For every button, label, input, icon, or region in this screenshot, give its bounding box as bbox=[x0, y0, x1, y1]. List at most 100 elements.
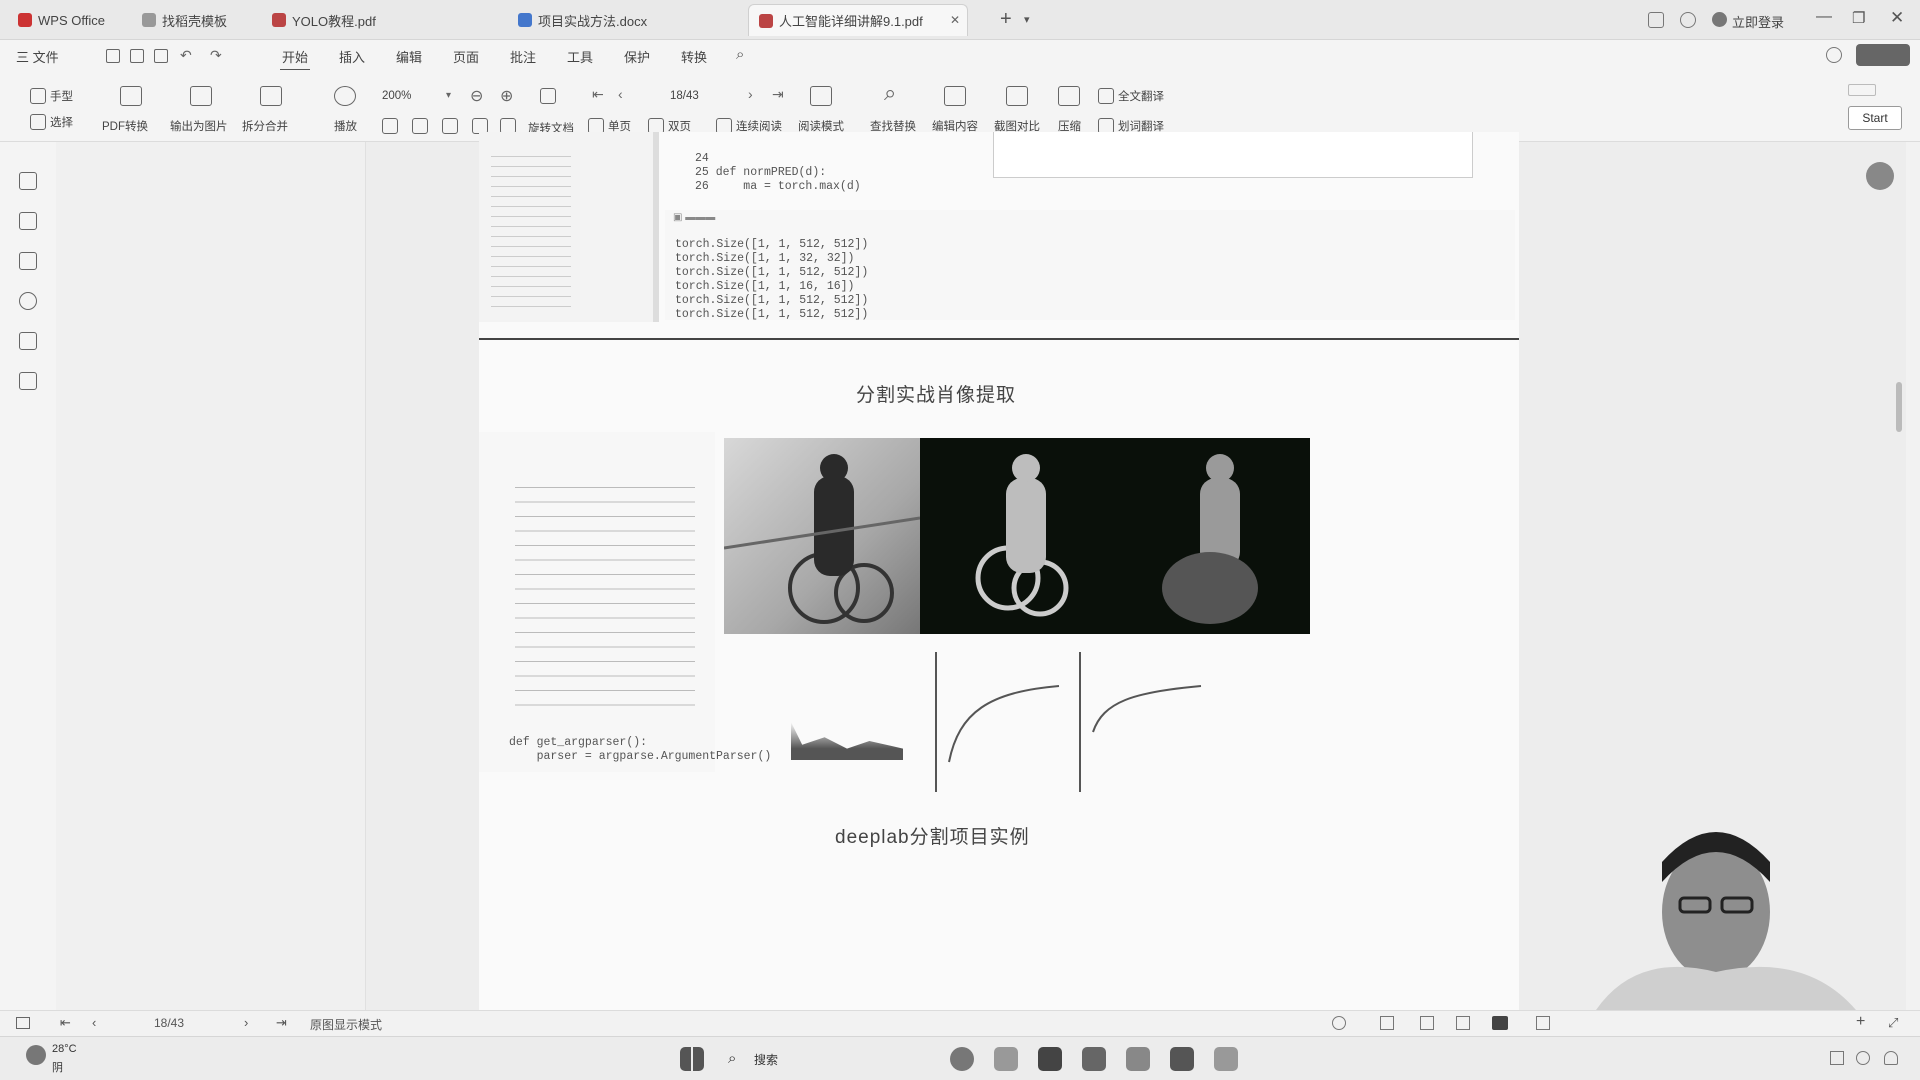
zoom-in-icon[interactable]: ⊕ bbox=[500, 86, 513, 106]
fit-page-icon[interactable] bbox=[540, 88, 556, 104]
find-icon[interactable]: ⌕ bbox=[884, 80, 896, 106]
split-merge-button[interactable]: 拆分合并 bbox=[242, 118, 288, 134]
layout-icon[interactable] bbox=[1648, 12, 1664, 28]
tab-wps-office[interactable]: WPS Office bbox=[8, 4, 115, 36]
assistant-icon[interactable] bbox=[1866, 162, 1894, 190]
bookmark-icon[interactable] bbox=[19, 172, 37, 190]
menu-insert[interactable]: 插入 bbox=[339, 47, 365, 66]
compare-icon[interactable] bbox=[1006, 86, 1028, 106]
zoom-out-icon[interactable]: ⊖ bbox=[470, 86, 483, 106]
open-icon[interactable] bbox=[106, 49, 120, 63]
restore-icon[interactable]: ❐ bbox=[1852, 9, 1865, 27]
page-indicator[interactable]: 18/43 bbox=[670, 90, 699, 102]
prev-page-icon[interactable]: ‹ bbox=[92, 1015, 96, 1030]
menu-start[interactable]: 开始 bbox=[282, 47, 308, 66]
wps-taskbar-icon[interactable] bbox=[1170, 1047, 1194, 1071]
print-icon[interactable] bbox=[154, 49, 168, 63]
volume-icon[interactable] bbox=[1856, 1051, 1870, 1065]
tab-template[interactable]: 找稻壳模板 bbox=[132, 4, 237, 36]
play-button[interactable]: 播放 bbox=[334, 118, 357, 134]
tab-docx[interactable]: 项目实战方法.docx bbox=[508, 4, 657, 36]
page-number[interactable]: 18/43 bbox=[154, 1016, 184, 1030]
layers-icon[interactable] bbox=[19, 372, 37, 390]
zoom-dropdown-icon[interactable]: ▾ bbox=[446, 90, 451, 101]
sidebar-toggle-icon[interactable] bbox=[16, 1017, 30, 1029]
read-mode-icon[interactable] bbox=[810, 86, 832, 106]
play-icon[interactable] bbox=[1492, 1016, 1508, 1030]
bookmark-icon[interactable] bbox=[442, 118, 458, 134]
tab-yolo-pdf[interactable]: YOLO教程.pdf bbox=[262, 4, 386, 36]
undo-icon[interactable]: ↶ bbox=[180, 47, 192, 64]
first-page-icon[interactable]: ⇤ bbox=[592, 86, 604, 103]
weather-icon[interactable] bbox=[26, 1045, 46, 1065]
play-icon[interactable] bbox=[334, 86, 356, 106]
start-menu-icon[interactable] bbox=[680, 1047, 704, 1071]
mini-search-box[interactable] bbox=[1848, 84, 1876, 96]
edit-content-icon[interactable] bbox=[944, 86, 966, 106]
fit-icon[interactable] bbox=[1536, 1016, 1550, 1030]
zoom-in-icon[interactable]: + bbox=[1856, 1013, 1865, 1031]
thumbnail-icon[interactable] bbox=[19, 212, 37, 230]
app-icon[interactable] bbox=[1126, 1047, 1150, 1071]
hand-tool-button[interactable]: 手型 bbox=[30, 88, 73, 104]
compress-icon[interactable] bbox=[1058, 86, 1080, 106]
plot-axis bbox=[1079, 652, 1081, 792]
last-page-icon[interactable]: ⇥ bbox=[276, 1015, 287, 1031]
pdf-convert-button[interactable]: PDF转换 bbox=[102, 118, 148, 134]
menu-comment[interactable]: 批注 bbox=[510, 47, 536, 66]
taskbar-search-icon[interactable]: ⌕ bbox=[728, 1050, 736, 1067]
folder-icon[interactable] bbox=[994, 1047, 1018, 1071]
double-view-icon[interactable] bbox=[1456, 1016, 1470, 1030]
cloud-icon[interactable] bbox=[1826, 47, 1842, 63]
new-tab-icon[interactable]: + bbox=[1000, 8, 1012, 31]
save-icon[interactable] bbox=[130, 49, 144, 63]
export-image-icon[interactable] bbox=[190, 86, 212, 106]
pycharm-icon[interactable] bbox=[1038, 1047, 1062, 1071]
export-image-button[interactable]: 输出为图片 bbox=[170, 118, 228, 134]
login-link[interactable]: 立即登录 bbox=[1732, 12, 1784, 31]
redo-icon[interactable]: ↷ bbox=[210, 47, 222, 64]
first-page-icon[interactable]: ⇤ bbox=[60, 1015, 71, 1031]
close-window-icon[interactable]: ✕ bbox=[1890, 8, 1904, 28]
single-view-icon[interactable] bbox=[1380, 1016, 1394, 1030]
menu-edit[interactable]: 编辑 bbox=[396, 47, 422, 66]
browser-icon[interactable] bbox=[950, 1047, 974, 1071]
file-menu[interactable]: 三 文件 bbox=[16, 47, 59, 66]
menu-tools[interactable]: 工具 bbox=[567, 47, 593, 66]
taskbar-search-label[interactable]: 搜索 bbox=[754, 1051, 778, 1068]
fit-width-icon[interactable] bbox=[382, 118, 398, 134]
menu-protect[interactable]: 保护 bbox=[624, 47, 650, 66]
split-merge-icon[interactable] bbox=[260, 86, 282, 106]
next-page-icon[interactable]: › bbox=[244, 1015, 248, 1030]
eye-icon[interactable] bbox=[1332, 1016, 1346, 1030]
prev-page-icon[interactable]: ‹ bbox=[618, 86, 623, 102]
signature-icon[interactable] bbox=[19, 332, 37, 350]
next-page-icon[interactable]: › bbox=[748, 86, 753, 102]
app-icon[interactable] bbox=[1214, 1047, 1238, 1071]
menu-convert[interactable]: 转换 bbox=[681, 47, 707, 66]
tab-ai-pdf[interactable]: 人工智能详细讲解9.1.pdf bbox=[748, 4, 968, 36]
chevron-down-icon[interactable]: ▾ bbox=[1024, 13, 1030, 26]
minimize-icon[interactable]: — bbox=[1816, 8, 1832, 26]
select-tool-button[interactable]: 选择 bbox=[30, 114, 73, 130]
pdf-convert-icon[interactable] bbox=[120, 86, 142, 106]
avatar[interactable] bbox=[1712, 12, 1727, 27]
comment-icon[interactable] bbox=[19, 252, 37, 270]
close-tab-icon[interactable]: ✕ bbox=[950, 13, 960, 27]
start-button[interactable]: Start bbox=[1848, 106, 1902, 130]
last-page-icon[interactable]: ⇥ bbox=[772, 86, 784, 103]
fullscreen-icon[interactable]: ⤢ bbox=[1888, 1015, 1898, 1031]
zoom-value[interactable]: 200% bbox=[382, 90, 411, 102]
network-icon[interactable] bbox=[1830, 1051, 1844, 1065]
crop-icon[interactable] bbox=[412, 118, 428, 134]
app-icon[interactable] bbox=[1082, 1047, 1106, 1071]
menu-page[interactable]: 页面 bbox=[453, 47, 479, 66]
skin-icon[interactable] bbox=[1680, 12, 1696, 28]
continuous-view-icon[interactable] bbox=[1420, 1016, 1434, 1030]
share-button[interactable] bbox=[1856, 44, 1910, 66]
attachment-icon[interactable] bbox=[19, 292, 37, 310]
scrollbar-thumb[interactable] bbox=[1896, 382, 1902, 432]
full-translate-button[interactable]: 全文翻译 bbox=[1098, 88, 1164, 104]
search-icon[interactable]: ⌕ bbox=[736, 46, 744, 63]
notification-icon[interactable] bbox=[1884, 1051, 1898, 1065]
